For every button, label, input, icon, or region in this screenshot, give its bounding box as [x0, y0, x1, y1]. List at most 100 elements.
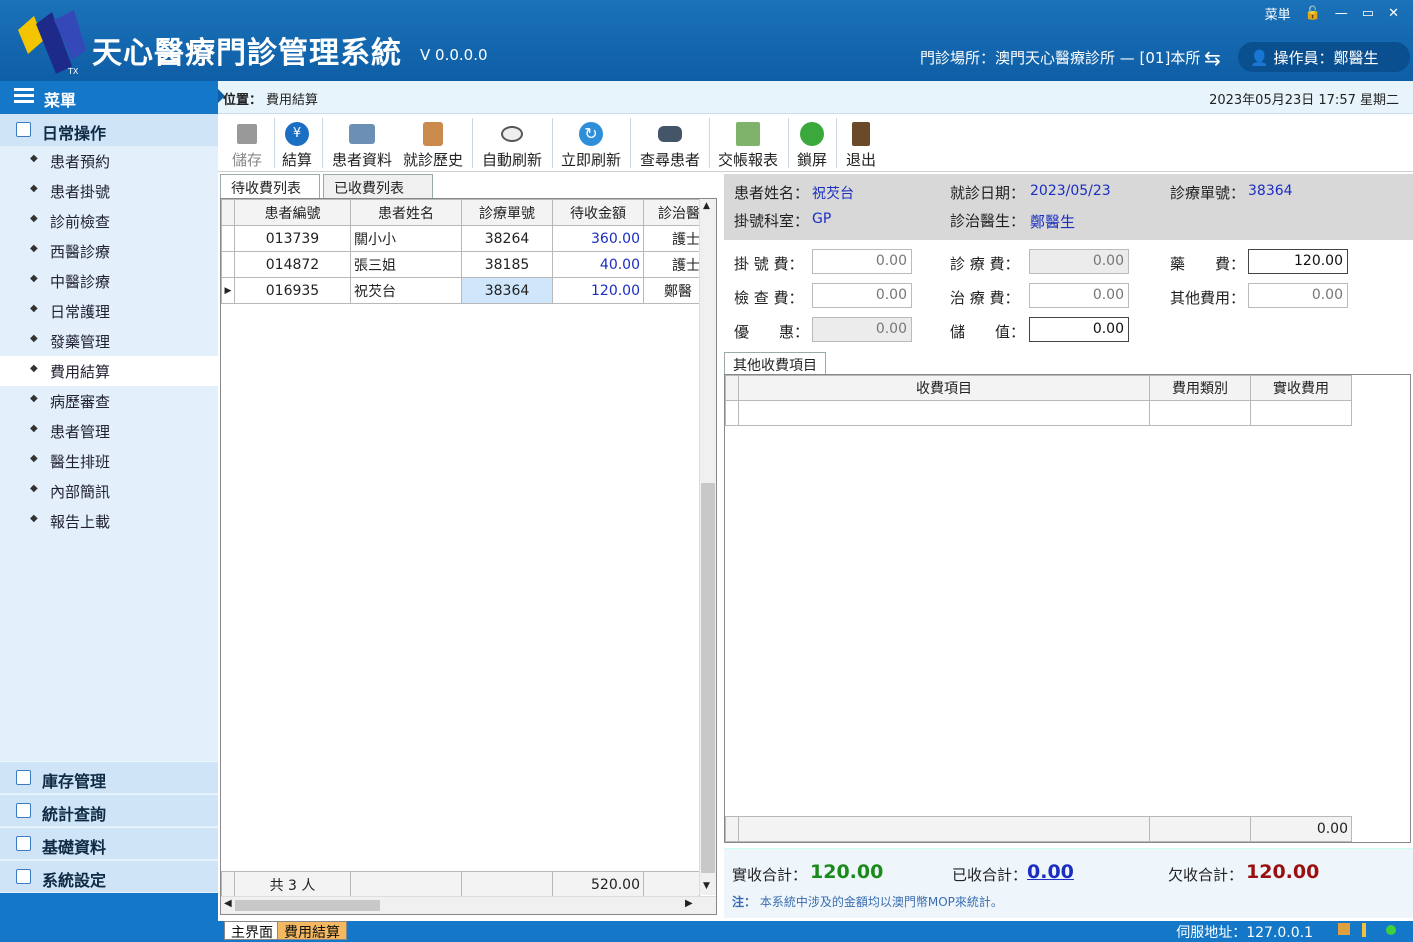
maximize-icon[interactable]: ▭ — [1362, 6, 1374, 21]
sidebar-item-chinese-medicine[interactable]: 中醫診療 — [0, 266, 218, 296]
table-row[interactable] — [725, 400, 1352, 426]
column-header[interactable]: 診療單號 — [461, 199, 553, 226]
sidebar-item-patient-management[interactable]: 患者管理 — [0, 416, 218, 446]
sidebar-item-dispensing[interactable]: 發藥管理 — [0, 326, 218, 356]
vertical-scrollbar[interactable]: ▲ ▼ — [699, 199, 716, 895]
column-header[interactable]: 患者編號 — [234, 199, 351, 226]
toolbar-divider — [836, 118, 837, 168]
sidebar-section-base-data[interactable]: 基礎資料 — [0, 827, 218, 859]
table-cell[interactable] — [1250, 400, 1352, 426]
owed-value: 120.00 — [1246, 861, 1320, 883]
tab-pending[interactable]: 待收費列表 — [220, 174, 320, 198]
reg-fee-field[interactable]: 0.00 — [812, 249, 912, 274]
footer-total: 520.00 — [552, 871, 644, 898]
column-header[interactable]: 實收費用 — [1250, 375, 1352, 401]
visit-history-button[interactable]: 就診歷史 — [403, 114, 463, 172]
auto-refresh-button[interactable]: 自動刷新 — [482, 114, 542, 172]
sidebar-section-settings[interactable]: 系統設定 — [0, 860, 218, 892]
row-selector[interactable] — [221, 225, 235, 252]
yen-icon: ¥ — [285, 122, 309, 146]
daily-ops-list: 患者預約 患者掛號 診前檢查 西醫診療 中醫診療 日常護理 發藥管理 費用結算 … — [0, 146, 218, 536]
find-patient-button[interactable]: 查尋患者 — [640, 114, 700, 172]
footer-cell — [461, 871, 553, 898]
footer-cell — [1149, 816, 1251, 842]
column-header[interactable]: 診治醫 — [643, 199, 701, 226]
table-cell[interactable] — [1149, 400, 1251, 426]
table-row[interactable]: 013739 關小小 38264 360.00 護士 — [221, 225, 701, 252]
discount-field[interactable]: 0.00 — [812, 317, 912, 342]
scroll-down-icon[interactable]: ▼ — [703, 881, 710, 891]
sidebar-item-western-medicine[interactable]: 西醫診療 — [0, 236, 218, 266]
sidebar-section-daily[interactable]: 日常操作 — [0, 114, 218, 146]
sidebar-item-appointment[interactable]: 患者預約 — [0, 146, 218, 176]
row-selector[interactable] — [221, 251, 235, 278]
row-selector-header — [725, 375, 739, 401]
sidebar-item-billing[interactable]: 費用結算 — [0, 356, 218, 386]
sidebar-item-registration[interactable]: 患者掛號 — [0, 176, 218, 206]
column-header[interactable]: 患者姓名 — [350, 199, 462, 226]
sidebar-item-doctor-schedule[interactable]: 醫生排班 — [0, 446, 218, 476]
current-datetime: 2023年05月23日 17:57 星期二 — [1209, 93, 1399, 108]
tab-other-items[interactable]: 其他收費項目 — [724, 352, 826, 374]
lock-screen-button[interactable]: 鎖屏 — [797, 114, 827, 172]
owed-label: 欠收合計： — [1168, 866, 1244, 884]
checkout-button[interactable]: ¥ 結算 — [282, 114, 312, 172]
toolbar-divider — [322, 118, 323, 168]
toolbar-divider — [630, 118, 631, 168]
breadcrumb-label: 位置： — [223, 93, 263, 108]
sidebar-item-daily-care[interactable]: 日常護理 — [0, 296, 218, 326]
stored-value-field[interactable]: 0.00 — [1029, 317, 1129, 342]
sidebar-item-pre-check[interactable]: 診前檢查 — [0, 206, 218, 236]
table-header-row: 收費項目 費用類別 實收費用 — [725, 375, 1352, 401]
sidebar-section-inventory[interactable]: 庫存管理 — [0, 761, 218, 793]
dept-value: GP — [812, 211, 832, 227]
minimize-icon[interactable]: — — [1335, 6, 1348, 21]
cell-patient-id: 016935 — [234, 277, 351, 304]
vertical-scroll-thumb[interactable] — [701, 483, 715, 873]
app-version: V 0.0.0.0 — [420, 46, 488, 64]
sidebar-item-report-upload[interactable]: 報告上載 — [0, 506, 218, 536]
save-button[interactable]: 儲存 — [232, 114, 262, 172]
sidebar-item-internal-messages[interactable]: 內部簡訊 — [0, 476, 218, 506]
other-fee-field[interactable]: 0.00 — [1248, 283, 1348, 308]
table-cell[interactable] — [738, 400, 1150, 426]
other-items-footer: 0.00 — [725, 816, 1352, 842]
lock-screen-icon[interactable]: 🔓 — [1305, 6, 1321, 21]
tab-collected[interactable]: 已收費列表 — [323, 174, 433, 198]
shift-report-button[interactable]: 交帳報表 — [718, 114, 778, 172]
operator-badge[interactable]: 👤 操作員：鄭醫生 — [1238, 42, 1410, 72]
table-row-selected[interactable]: ▶ 016935 祝芡台 38364 120.00 鄭醫 — [221, 277, 701, 304]
package-icon — [1338, 923, 1350, 935]
refresh-now-button[interactable]: ↻ 立即刷新 — [561, 114, 621, 172]
column-header[interactable]: 收費項目 — [738, 375, 1150, 401]
receivable-value: 120.00 — [810, 861, 884, 883]
exam-fee-field[interactable]: 0.00 — [812, 283, 912, 308]
horizontal-scrollbar[interactable]: ◀ ▶ — [221, 896, 716, 914]
tab-billing-current[interactable]: 費用結算 — [277, 921, 347, 941]
close-icon[interactable]: ✕ — [1388, 6, 1399, 21]
patient-info-button[interactable]: 患者資料 — [332, 114, 392, 172]
column-header[interactable]: 費用類別 — [1149, 375, 1251, 401]
scroll-left-icon[interactable]: ◀ — [224, 898, 232, 909]
table-row[interactable]: 014872 張三姐 38185 40.00 護士 — [221, 251, 701, 278]
treat-fee-field[interactable]: 0.00 — [1029, 283, 1129, 308]
receivable-label: 實收合計： — [732, 866, 808, 884]
tab-main[interactable]: 主界面 — [224, 921, 280, 941]
row-selector[interactable] — [725, 400, 739, 426]
cell-patient-id: 013739 — [234, 225, 351, 252]
received-value[interactable]: 0.00 — [1027, 861, 1074, 883]
column-header[interactable]: 待收金額 — [552, 199, 644, 226]
consult-fee-field[interactable]: 0.00 — [1029, 249, 1129, 274]
sidebar-menu-header[interactable]: 菜單 — [0, 81, 218, 114]
scroll-up-icon[interactable]: ▲ — [703, 201, 710, 211]
switch-clinic-icon[interactable]: ⇆ — [1204, 46, 1221, 70]
menu-button[interactable]: 菜単 — [1265, 4, 1291, 23]
other-fee-label: 其他費用： — [1170, 289, 1246, 307]
exit-button[interactable]: 退出 — [846, 114, 876, 172]
row-pointer-icon[interactable]: ▶ — [221, 277, 235, 304]
sidebar-item-record-review[interactable]: 病歷審查 — [0, 386, 218, 416]
scroll-right-icon[interactable]: ▶ — [685, 898, 693, 909]
sidebar-section-statistics[interactable]: 統計查詢 — [0, 794, 218, 826]
med-fee-field[interactable]: 120.00 — [1248, 249, 1348, 274]
horizontal-scroll-thumb[interactable] — [235, 900, 380, 911]
